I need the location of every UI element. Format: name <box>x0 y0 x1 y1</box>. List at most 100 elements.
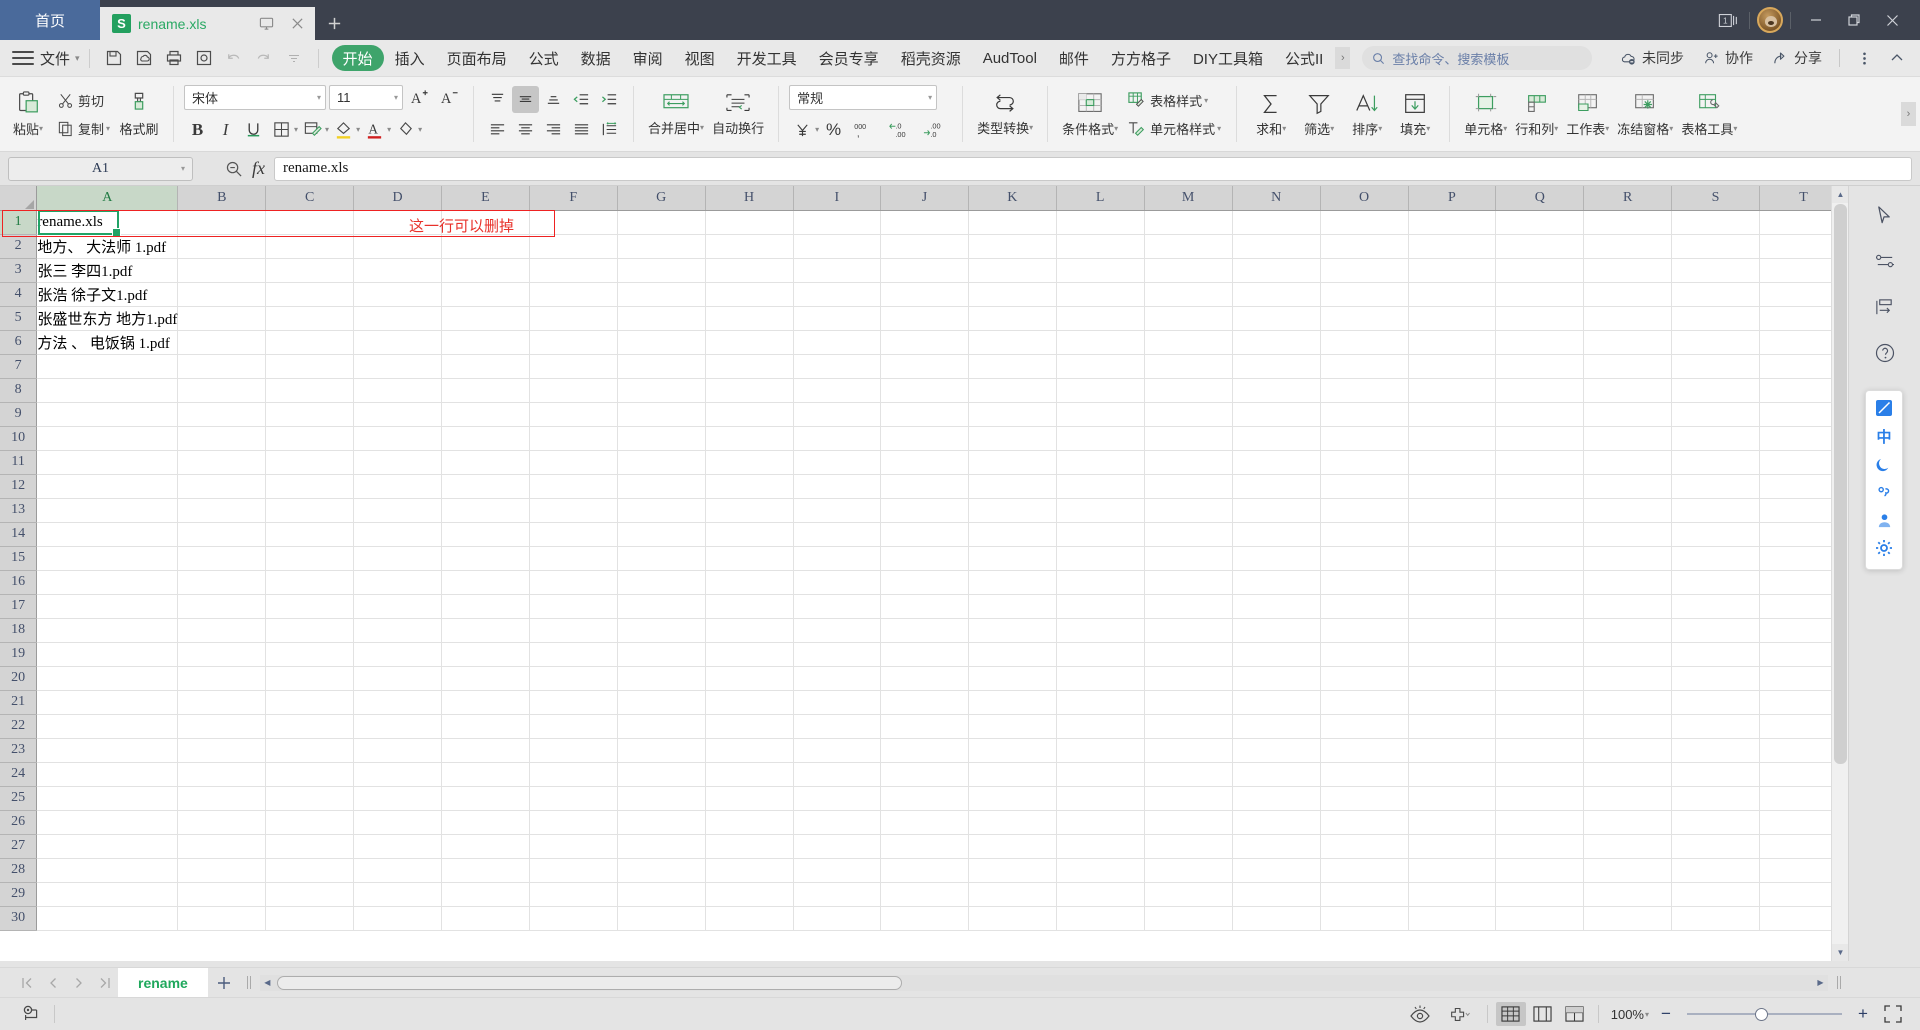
record-macro-icon[interactable] <box>14 1001 48 1027</box>
cell-F29[interactable] <box>529 882 618 907</box>
cell-M19[interactable] <box>1144 642 1233 667</box>
cell-N17[interactable] <box>1232 594 1321 619</box>
cell-E23[interactable] <box>441 738 530 763</box>
ime-user-icon[interactable] <box>1871 508 1897 532</box>
ribbon-tab-data[interactable]: 数据 <box>570 45 622 71</box>
zoom-level-button[interactable]: 100% ▾ <box>1611 1007 1649 1022</box>
cell-D5[interactable] <box>353 306 443 331</box>
decrease-decimal-icon[interactable]: .0.00 <box>883 116 917 143</box>
decrease-indent-icon[interactable] <box>568 86 595 113</box>
cell-P18[interactable] <box>1408 618 1497 643</box>
cell-I9[interactable] <box>793 402 882 427</box>
type-convert-button[interactable]: 类型转换 ▾ <box>973 81 1037 147</box>
ime-settings-gear-icon[interactable] <box>1871 536 1897 560</box>
cell-C25[interactable] <box>265 786 355 811</box>
cell-A8[interactable] <box>36 378 179 403</box>
ribbon-tab-docer[interactable]: 稻壳资源 <box>890 45 972 71</box>
cell-K15[interactable] <box>968 546 1057 571</box>
ribbon-tab-page-layout[interactable]: 页面布局 <box>436 45 518 71</box>
cell-D16[interactable] <box>353 570 443 595</box>
cell-K4[interactable] <box>968 282 1057 307</box>
cell-S12[interactable] <box>1671 474 1760 499</box>
cell-C3[interactable] <box>265 258 355 283</box>
cell-M18[interactable] <box>1144 618 1233 643</box>
cell-L30[interactable] <box>1056 906 1145 931</box>
vertical-scrollbar[interactable]: ▲ ▼ <box>1831 186 1849 961</box>
cell-H13[interactable] <box>705 498 794 523</box>
worksheet-button[interactable]: 工作表 ▾ <box>1562 81 1613 147</box>
last-sheet-icon[interactable] <box>92 970 118 996</box>
cell-L24[interactable] <box>1056 762 1145 787</box>
cell-F19[interactable] <box>529 642 618 667</box>
cell-N24[interactable] <box>1232 762 1321 787</box>
cell-N11[interactable] <box>1232 450 1321 475</box>
column-header-N[interactable]: N <box>1232 186 1321 211</box>
cell-J16[interactable] <box>880 570 969 595</box>
cell-O6[interactable] <box>1320 330 1409 355</box>
add-sheet-button[interactable] <box>208 970 240 996</box>
cell-F6[interactable] <box>529 330 618 355</box>
cell-H26[interactable] <box>705 810 794 835</box>
sync-status-button[interactable]: 未同步 <box>1612 45 1692 71</box>
cell-S23[interactable] <box>1671 738 1760 763</box>
cell-E28[interactable] <box>441 858 530 883</box>
cell-S26[interactable] <box>1671 810 1760 835</box>
cell-E13[interactable] <box>441 498 530 523</box>
cell-N4[interactable] <box>1232 282 1321 307</box>
cell-Q12[interactable] <box>1495 474 1585 499</box>
cell-R19[interactable] <box>1583 642 1673 667</box>
sheet-splitter-grip[interactable] <box>246 976 252 989</box>
cell-M3[interactable] <box>1144 258 1233 283</box>
cell-G15[interactable] <box>617 546 706 571</box>
cell-R26[interactable] <box>1583 810 1673 835</box>
cell-A26[interactable] <box>36 810 179 835</box>
prev-sheet-icon[interactable] <box>40 970 66 996</box>
cell-C10[interactable] <box>265 426 355 451</box>
cell-M20[interactable] <box>1144 666 1233 691</box>
cell-E30[interactable] <box>441 906 530 931</box>
cell-K8[interactable] <box>968 378 1057 403</box>
search-input[interactable]: 查找命令、搜索模板 <box>1362 46 1593 70</box>
cell-M4[interactable] <box>1144 282 1233 307</box>
cell-E12[interactable] <box>441 474 530 499</box>
cell-Q13[interactable] <box>1495 498 1585 523</box>
cell-F13[interactable] <box>529 498 618 523</box>
cell-R27[interactable] <box>1583 834 1673 859</box>
cell-A20[interactable] <box>36 666 179 691</box>
ribbon-tab-developer[interactable]: 开发工具 <box>726 45 808 71</box>
cell-A24[interactable] <box>36 762 179 787</box>
cell-C12[interactable] <box>265 474 355 499</box>
cell-L25[interactable] <box>1056 786 1145 811</box>
align-right-icon[interactable] <box>540 116 567 143</box>
cell-R13[interactable] <box>1583 498 1673 523</box>
collaborate-button[interactable]: 协作 <box>1695 45 1761 71</box>
cell-H21[interactable] <box>705 690 794 715</box>
filter-button[interactable]: 筛选 ▾ <box>1295 81 1343 147</box>
cell-J23[interactable] <box>880 738 969 763</box>
cell-G16[interactable] <box>617 570 706 595</box>
format-painter-button[interactable]: 格式刷 <box>115 81 163 147</box>
zoom-out-button[interactable]: − <box>1655 1004 1677 1024</box>
ribbon-overflow-icon[interactable]: › <box>1901 102 1916 126</box>
cell-M21[interactable] <box>1144 690 1233 715</box>
cell-G2[interactable] <box>617 234 706 259</box>
cell-P11[interactable] <box>1408 450 1497 475</box>
cell-button[interactable]: 单元格 ▾ <box>1460 81 1511 147</box>
cell-G14[interactable] <box>617 522 706 547</box>
ime-punctuation-icon[interactable] <box>1871 480 1897 504</box>
cell-I16[interactable] <box>793 570 882 595</box>
row-header-20[interactable]: 20 <box>0 666 38 691</box>
cell-M26[interactable] <box>1144 810 1233 835</box>
cell-P4[interactable] <box>1408 282 1497 307</box>
zoom-slider-knob[interactable] <box>1755 1008 1768 1021</box>
cell-H10[interactable] <box>705 426 794 451</box>
cell-Q29[interactable] <box>1495 882 1585 907</box>
cell-D30[interactable] <box>353 906 443 931</box>
cell-P17[interactable] <box>1408 594 1497 619</box>
row-header-4[interactable]: 4 <box>0 282 38 307</box>
cell-O28[interactable] <box>1320 858 1409 883</box>
cell-G22[interactable] <box>617 714 706 739</box>
cell-O4[interactable] <box>1320 282 1409 307</box>
cell-N28[interactable] <box>1232 858 1321 883</box>
cell-F24[interactable] <box>529 762 618 787</box>
